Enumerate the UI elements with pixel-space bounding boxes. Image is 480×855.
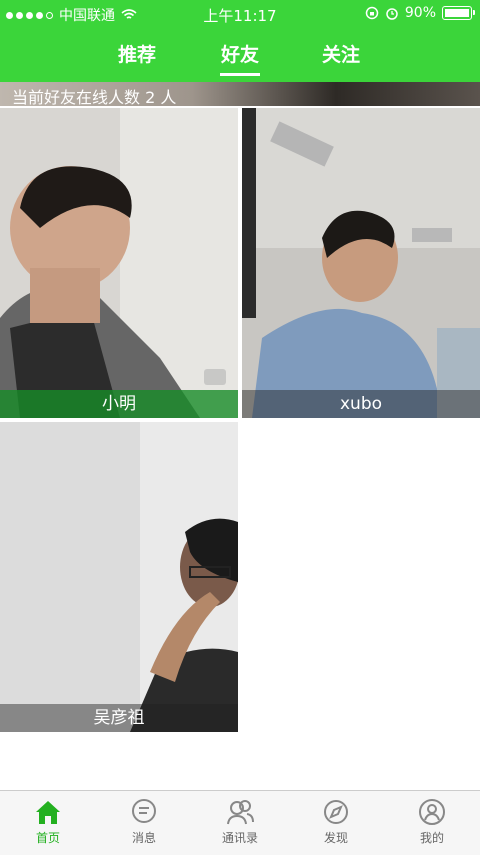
online-count-bar: 当前好友在线人数 2 人 — [0, 82, 480, 107]
tab-follow[interactable]: 关注 — [322, 40, 360, 67]
friend-name: 小明 — [0, 390, 238, 418]
battery-percent: 90% — [404, 5, 436, 21]
friend-photo — [242, 108, 480, 418]
nav-label: 我的 — [419, 831, 444, 845]
alarm-icon — [386, 8, 398, 20]
nav-messages[interactable]: 消息 — [96, 797, 192, 846]
nav-profile[interactable]: 我的 — [384, 797, 480, 846]
status-bar: 中国联通 上午11:17 90% — [0, 0, 480, 28]
tab-recommend[interactable]: 推荐 — [118, 40, 156, 67]
friend-name: 吴彦祖 — [0, 704, 238, 732]
friend-card[interactable]: xubo — [242, 108, 480, 418]
tab-indicator — [220, 73, 260, 76]
nav-label: 通讯录 — [221, 831, 258, 845]
friend-photo — [0, 108, 238, 418]
friend-card[interactable]: 吴彦祖 — [0, 422, 238, 732]
camera-icon — [204, 369, 226, 385]
online-count-text: 当前好友在线人数 2 人 — [12, 88, 177, 107]
friend-name: xubo — [242, 390, 480, 418]
nav-contacts[interactable]: 通讯录 — [192, 797, 288, 846]
rotation-lock-icon — [365, 6, 379, 20]
tab-friends[interactable]: 好友 — [221, 40, 259, 67]
nav-discover[interactable]: 发现 — [288, 797, 384, 846]
message-icon — [132, 799, 156, 823]
nav-label: 发现 — [323, 831, 348, 845]
friend-card[interactable]: 小明 — [0, 108, 238, 418]
contacts-icon — [227, 800, 254, 825]
nav-label: 首页 — [35, 831, 60, 845]
bottom-navigation: 首页 消息 通讯录 发现 我的 — [0, 790, 480, 855]
battery-icon — [442, 6, 475, 20]
profile-icon — [419, 799, 445, 825]
nav-label: 消息 — [131, 831, 156, 845]
home-icon — [36, 801, 60, 824]
friend-photo — [0, 422, 238, 732]
nav-home[interactable]: 首页 — [0, 797, 96, 846]
discover-icon — [324, 800, 348, 824]
